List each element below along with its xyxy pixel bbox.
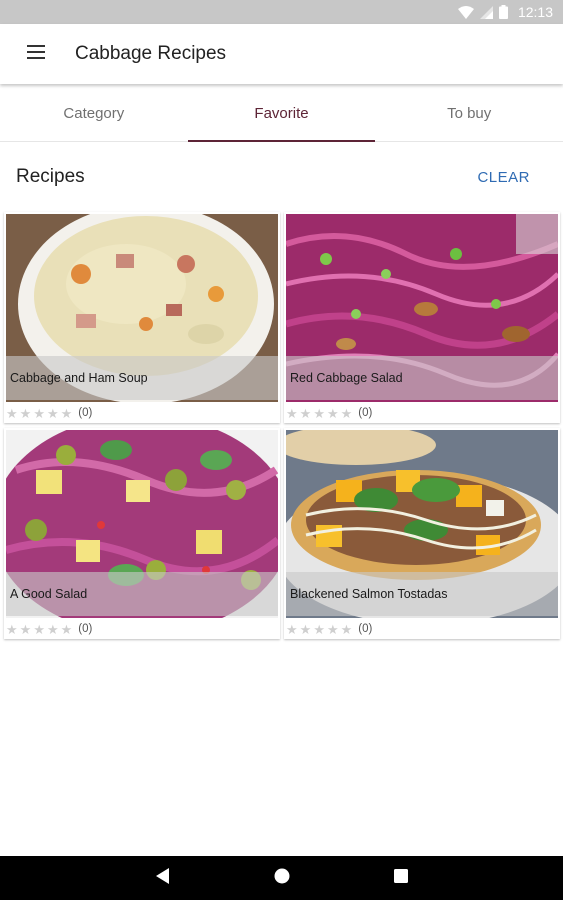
rating-row: ★ ★ ★ ★ ★ (0) — [6, 403, 92, 423]
star-icon: ★ — [340, 621, 353, 637]
star-icon: ★ — [6, 621, 18, 637]
star-rating: ★ ★ ★ ★ ★ — [286, 407, 352, 420]
rating-count: (0) — [78, 623, 93, 635]
star-icon: ★ — [33, 405, 45, 421]
recipe-title: A Good Salad — [6, 572, 278, 616]
star-icon: ★ — [19, 405, 32, 421]
star-icon: ★ — [60, 405, 73, 421]
recents-icon — [393, 868, 408, 888]
app-bar: Cabbage Recipes — [0, 24, 563, 84]
star-icon: ★ — [46, 405, 59, 421]
system-nav-bar — [0, 856, 563, 900]
recents-button[interactable] — [389, 866, 413, 890]
wifi-icon — [457, 5, 474, 19]
recipe-card[interactable]: A Good Salad ★ ★ ★ ★ ★ (0) — [4, 428, 280, 639]
battery-icon — [498, 5, 508, 19]
star-icon: ★ — [6, 405, 18, 421]
recipe-card[interactable]: Red Cabbage Salad ★ ★ ★ ★ ★ (0) — [284, 212, 560, 423]
back-icon — [155, 867, 170, 889]
star-icon: ★ — [286, 621, 298, 637]
recipes-header: Recipes CLEAR — [0, 150, 563, 204]
tab-favorite[interactable]: Favorite — [187, 85, 376, 142]
hamburger-menu-icon — [27, 44, 45, 64]
star-icon: ★ — [313, 621, 325, 637]
status-bar: 12:13 — [0, 0, 563, 24]
star-icon: ★ — [286, 405, 298, 421]
recipe-title: Red Cabbage Salad — [286, 356, 558, 400]
star-rating: ★ ★ ★ ★ ★ — [286, 623, 352, 636]
star-rating: ★ ★ ★ ★ ★ — [6, 407, 72, 420]
rating-row: ★ ★ ★ ★ ★ (0) — [6, 619, 92, 639]
star-icon: ★ — [340, 405, 353, 421]
recipe-title: Cabbage and Ham Soup — [6, 356, 278, 400]
app-title: Cabbage Recipes — [75, 43, 227, 64]
star-icon: ★ — [60, 621, 73, 637]
clock: 12:13 — [517, 4, 553, 20]
recipe-title: Blackened Salmon Tostadas — [286, 572, 558, 616]
star-rating: ★ ★ ★ ★ ★ — [6, 623, 72, 636]
back-button[interactable] — [151, 866, 175, 890]
home-button[interactable] — [270, 866, 294, 890]
star-icon: ★ — [326, 621, 339, 637]
rating-row: ★ ★ ★ ★ ★ (0) — [286, 619, 372, 639]
recipe-card[interactable]: Blackened Salmon Tostadas ★ ★ ★ ★ ★ (0) — [284, 428, 560, 639]
section-title: Recipes — [16, 166, 85, 187]
rating-count: (0) — [78, 407, 93, 419]
tab-category[interactable]: Category — [0, 85, 188, 141]
star-icon: ★ — [46, 621, 59, 637]
star-icon: ★ — [299, 405, 312, 421]
rating-count: (0) — [358, 407, 373, 419]
rating-row: ★ ★ ★ ★ ★ (0) — [286, 403, 372, 423]
star-icon: ★ — [299, 621, 312, 637]
clear-button[interactable]: CLEAR — [469, 163, 547, 192]
tab-bar: Category Favorite To buy — [0, 85, 563, 142]
star-icon: ★ — [326, 405, 339, 421]
home-icon — [274, 868, 290, 889]
star-icon: ★ — [33, 621, 45, 637]
rating-count: (0) — [358, 623, 373, 635]
recipe-grid: Cabbage and Ham Soup ★ ★ ★ ★ ★ (0) Red C… — [4, 212, 560, 639]
star-icon: ★ — [313, 405, 325, 421]
tab-to-buy[interactable]: To buy — [375, 85, 563, 141]
star-icon: ★ — [19, 621, 32, 637]
signal-icon — [479, 5, 493, 19]
menu-button[interactable] — [18, 36, 54, 72]
recipe-card[interactable]: Cabbage and Ham Soup ★ ★ ★ ★ ★ (0) — [4, 212, 280, 423]
